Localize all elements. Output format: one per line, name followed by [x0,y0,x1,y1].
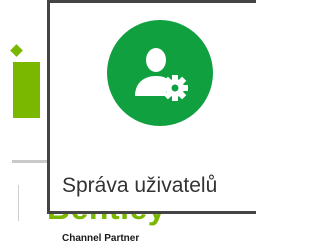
brand-tagline: Channel Partner [62,233,140,244]
logo-divider [12,160,50,163]
logo-dot [10,44,23,57]
logo-letter-i [13,62,40,118]
tile-label: Správa uživatelů [62,174,218,197]
logo-vertical-line [18,185,19,221]
user-settings-icon [107,20,213,126]
user-management-tile[interactable]: Správa uživatelů [47,0,256,214]
